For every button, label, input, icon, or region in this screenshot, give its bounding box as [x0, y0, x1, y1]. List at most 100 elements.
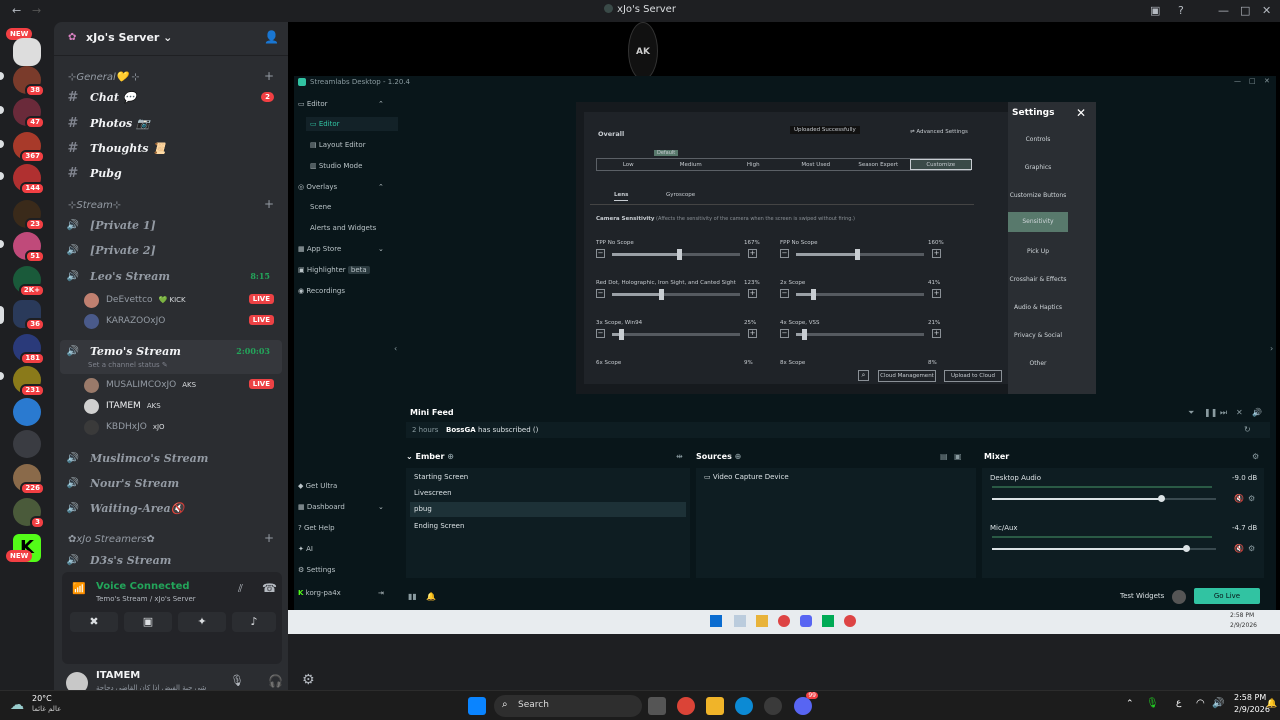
filter-icon[interactable]: ⏷ [1188, 408, 1194, 418]
slider-knob[interactable] [855, 249, 861, 260]
test-widgets-button[interactable]: Test Widgets [1120, 592, 1164, 600]
channel-thoughts[interactable]: # Thoughts 📜 [64, 137, 282, 159]
preset-5[interactable]: Customize [909, 159, 972, 170]
nav-alerts[interactable]: Alerts and Widgets [310, 224, 376, 232]
sensitivity-slider[interactable] [612, 249, 740, 260]
taskview-icon[interactable] [734, 615, 746, 627]
camera-off-button[interactable]: ✖ [70, 612, 118, 632]
scenes-header[interactable]: ⌄ Ember ⊕ [406, 452, 454, 461]
nav-studio-mode[interactable]: ▥ Studio Mode [310, 162, 362, 170]
channel-chat[interactable]: # Chat 💬 2 [64, 86, 282, 108]
increase-button[interactable]: + [932, 249, 941, 258]
category-streamers[interactable]: ✿xJo Streamers✿ [68, 534, 155, 545]
server-icon-11[interactable] [13, 398, 41, 426]
voice-private-1[interactable]: 🔊 [Private 1] [64, 214, 282, 236]
decrease-button[interactable]: − [596, 249, 605, 258]
server-icon-xjo[interactable]: 36 [13, 300, 45, 331]
server-icon-6[interactable]: 23 [13, 200, 45, 231]
settings-menu-item[interactable]: Other [1008, 358, 1068, 370]
avatar[interactable] [1172, 590, 1186, 604]
nav-recordings[interactable]: ◉ Recordings [298, 287, 345, 295]
voice-user[interactable]: KARAZOOxJO [84, 311, 165, 331]
nav-highlighter[interactable]: ▣ Highlighter beta [298, 266, 370, 274]
activities-button[interactable]: ✦ [178, 612, 226, 632]
settings-menu-item[interactable]: Audio & Haptics [1008, 302, 1068, 314]
streamlabs-taskbar-icon[interactable] [764, 697, 782, 715]
server-icon-4[interactable]: 367 [13, 132, 45, 163]
nav-scene[interactable]: Scene [310, 203, 331, 211]
server-icon-13[interactable]: 226 [13, 464, 45, 495]
preset-0[interactable]: Low [597, 162, 660, 168]
explorer-icon[interactable] [756, 615, 768, 627]
notification-icon[interactable]: 🔔 [1266, 699, 1277, 709]
voice-user[interactable]: DeEvettco 💚 KICK [84, 290, 186, 310]
stats-icon[interactable]: ▮▮ [408, 592, 417, 601]
volume-slider[interactable] [992, 495, 1216, 502]
collapse-right-icon[interactable]: › [1270, 344, 1273, 353]
slider-knob[interactable] [801, 329, 807, 340]
chevron-down-icon[interactable]: ⌄ [378, 503, 384, 511]
mute-alerts-icon[interactable]: ✕ [1236, 408, 1243, 417]
gear-icon[interactable]: ⚙ [1252, 452, 1259, 461]
volume-icon[interactable]: 🔊 [1212, 698, 1224, 709]
voice-user[interactable]: ITAMEM AKS [84, 396, 161, 416]
help-icon[interactable]: ? [1178, 4, 1184, 17]
discord-icon[interactable] [800, 615, 812, 627]
maximize-icon[interactable]: □ [1240, 4, 1250, 17]
tab-gyroscope[interactable]: Gyroscope [666, 192, 695, 198]
decrease-button[interactable]: − [596, 289, 605, 298]
chevron-up-icon[interactable]: ⌃ [1126, 699, 1134, 709]
scene-transitions-icon[interactable]: ⇹ [676, 452, 683, 461]
channel-pubg[interactable]: # Pubg [64, 162, 282, 184]
scene-item[interactable]: Starting Screen [410, 470, 686, 485]
gear-icon[interactable]: ⚙ [1248, 544, 1255, 553]
preset-1[interactable]: Medium [660, 162, 723, 168]
voice-nour-stream[interactable]: 🔊 Nour's Stream [64, 472, 282, 494]
file-explorer-icon[interactable] [706, 697, 724, 715]
volume-icon[interactable]: 🔊 [1252, 408, 1262, 417]
slider-knob[interactable] [658, 289, 664, 300]
add-channel-icon[interactable]: + [264, 69, 274, 83]
advanced-settings[interactable]: ⇌ Advanced Settings [910, 129, 968, 135]
nav-overlays[interactable]: ◎ Overlays [298, 183, 337, 191]
task-view-icon[interactable] [648, 697, 666, 715]
server-icon-3[interactable]: 47 [13, 98, 45, 129]
volume-knob[interactable] [1182, 545, 1190, 552]
decrease-button[interactable]: − [596, 329, 605, 338]
server-header[interactable]: ✿ xJo's Server ⌄ 👤 [54, 22, 288, 56]
sensitivity-slider[interactable] [796, 289, 924, 300]
language-indicator[interactable]: ع [1176, 698, 1181, 708]
gear-icon[interactable]: ⚙ [302, 672, 315, 688]
nav-ai[interactable]: ✦ AI [298, 545, 313, 553]
chevron-down-icon[interactable]: ⌄ [378, 245, 384, 253]
settings-menu-item[interactable]: Crosshair & Effects [1008, 274, 1068, 286]
discord-taskbar-icon[interactable]: 99 [794, 692, 818, 715]
slider-knob[interactable] [676, 249, 682, 260]
chevron-up-icon[interactable]: ⌃ [378, 183, 384, 191]
maximize-icon[interactable]: □ [1249, 77, 1256, 85]
wifi-icon[interactable]: ◠ [1196, 698, 1205, 709]
preset-3[interactable]: Most Used [785, 162, 848, 168]
increase-button[interactable]: + [748, 289, 757, 298]
voice-private-2[interactable]: 🔊 [Private 2] [64, 239, 282, 261]
refresh-icon[interactable]: ↻ [1244, 425, 1251, 434]
increase-button[interactable]: + [932, 289, 941, 298]
close-icon[interactable]: ✕ [1262, 4, 1271, 17]
skip-icon[interactable]: ⏭ [1220, 408, 1227, 418]
channel-photos[interactable]: # Photos 📷 [64, 112, 282, 134]
soundboard-button[interactable]: ♪ [232, 612, 276, 632]
nav-get-help[interactable]: ? Get Help [298, 524, 335, 532]
search-icon[interactable]: ⌕ [858, 370, 869, 381]
nav-get-ultra[interactable]: ◆ Get Ultra [298, 482, 337, 490]
pause-icon[interactable]: ❚❚ [1204, 408, 1217, 417]
source-folder-icon[interactable]: ▤ [940, 452, 948, 461]
edge-icon[interactable] [735, 697, 753, 715]
inbox-icon[interactable]: ▣ [1150, 4, 1160, 17]
close-icon[interactable]: ✕ [1264, 77, 1270, 85]
category-stream[interactable]: ⊹Stream⊹ [68, 200, 121, 211]
increase-button[interactable]: + [932, 329, 941, 338]
preset-2[interactable]: High [722, 162, 785, 168]
mute-icon[interactable]: 🔇 [1234, 544, 1244, 553]
start-icon[interactable] [468, 697, 486, 715]
nav-layout-editor[interactable]: ▤ Layout Editor [310, 141, 366, 149]
